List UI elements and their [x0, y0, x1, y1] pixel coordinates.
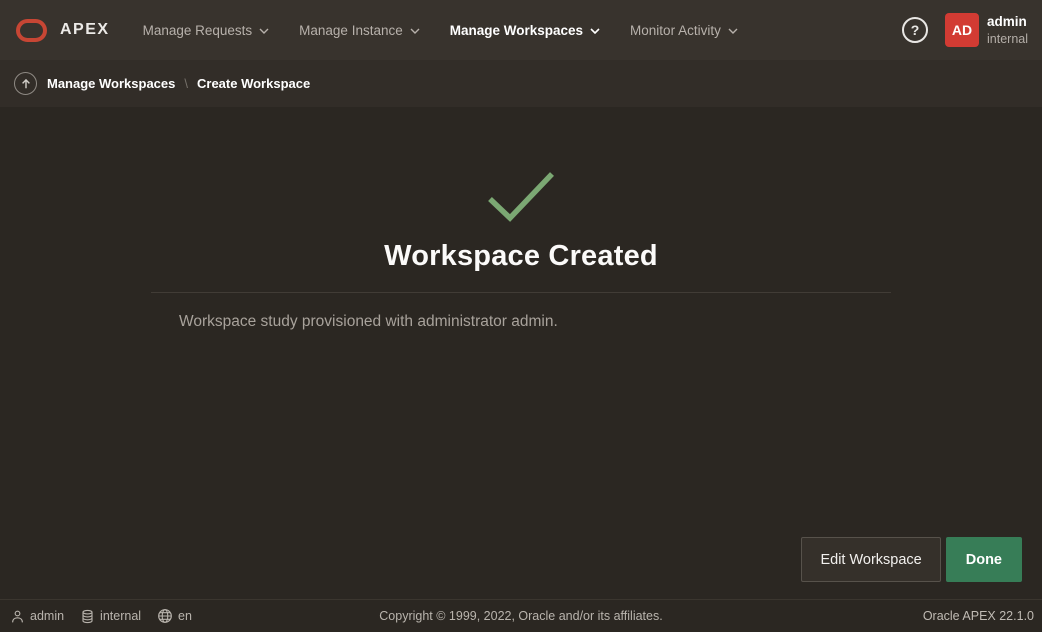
footer-left: admin internal en: [10, 608, 208, 624]
main-nav: Manage Requests Manage Instance Manage W…: [128, 0, 753, 60]
footer-language: en: [157, 608, 192, 624]
help-icon[interactable]: ?: [902, 17, 928, 43]
chevron-down-icon: [410, 28, 420, 34]
nav-monitor-activity[interactable]: Monitor Activity: [615, 0, 753, 60]
brand-name: APEX: [60, 21, 110, 39]
user-meta: admin internal: [987, 13, 1032, 47]
oracle-logo-icon: [16, 19, 47, 42]
nav-label: Manage Instance: [299, 23, 403, 38]
nav-manage-workspaces[interactable]: Manage Workspaces: [435, 0, 615, 60]
footer-version: Oracle APEX 22.1.0: [923, 609, 1034, 623]
success-message: Workspace study provisioned with adminis…: [151, 313, 891, 331]
nav-manage-instance[interactable]: Manage Instance: [284, 0, 435, 60]
edit-workspace-button[interactable]: Edit Workspace: [801, 537, 940, 582]
page-title: Workspace Created: [151, 240, 891, 273]
breadcrumb-parent[interactable]: Manage Workspaces: [47, 76, 175, 91]
footer-user-label: admin: [30, 609, 64, 623]
user-name: admin: [987, 13, 1028, 31]
globe-icon: [157, 608, 173, 624]
nav-label: Monitor Activity: [630, 23, 721, 38]
user-instance: internal: [987, 31, 1028, 47]
chevron-down-icon: [728, 28, 738, 34]
chevron-down-icon: [259, 28, 269, 34]
topbar-right: ? AD admin internal: [902, 13, 1032, 47]
check-icon: [151, 169, 891, 223]
up-arrow-icon[interactable]: [14, 72, 37, 95]
footer: admin internal en Copyright © 1999, 2022…: [0, 599, 1042, 632]
breadcrumb-current: Create Workspace: [197, 76, 310, 91]
brand-home-link[interactable]: APEX: [16, 19, 110, 42]
main-content: Workspace Created Workspace study provis…: [0, 107, 1042, 599]
database-icon: [80, 609, 95, 624]
success-region: Workspace Created Workspace study provis…: [151, 107, 891, 331]
avatar[interactable]: AD: [945, 13, 979, 47]
footer-language-label: en: [178, 609, 192, 623]
chevron-down-icon: [590, 28, 600, 34]
done-button[interactable]: Done: [946, 537, 1022, 582]
apex-admin-window: APEX Manage Requests Manage Instance Man…: [0, 0, 1042, 632]
divider: [151, 292, 891, 293]
footer-instance-label: internal: [100, 609, 141, 623]
top-nav-bar: APEX Manage Requests Manage Instance Man…: [0, 0, 1042, 60]
nav-label: Manage Workspaces: [450, 23, 583, 38]
footer-instance: internal: [80, 609, 141, 624]
nav-label: Manage Requests: [143, 23, 253, 38]
person-icon: [10, 609, 25, 624]
footer-user: admin: [10, 609, 64, 624]
breadcrumb: Manage Workspaces \ Create Workspace: [0, 60, 1042, 107]
button-bar: Edit Workspace Done: [801, 537, 1022, 582]
breadcrumb-separator: \: [184, 76, 188, 91]
nav-manage-requests[interactable]: Manage Requests: [128, 0, 285, 60]
